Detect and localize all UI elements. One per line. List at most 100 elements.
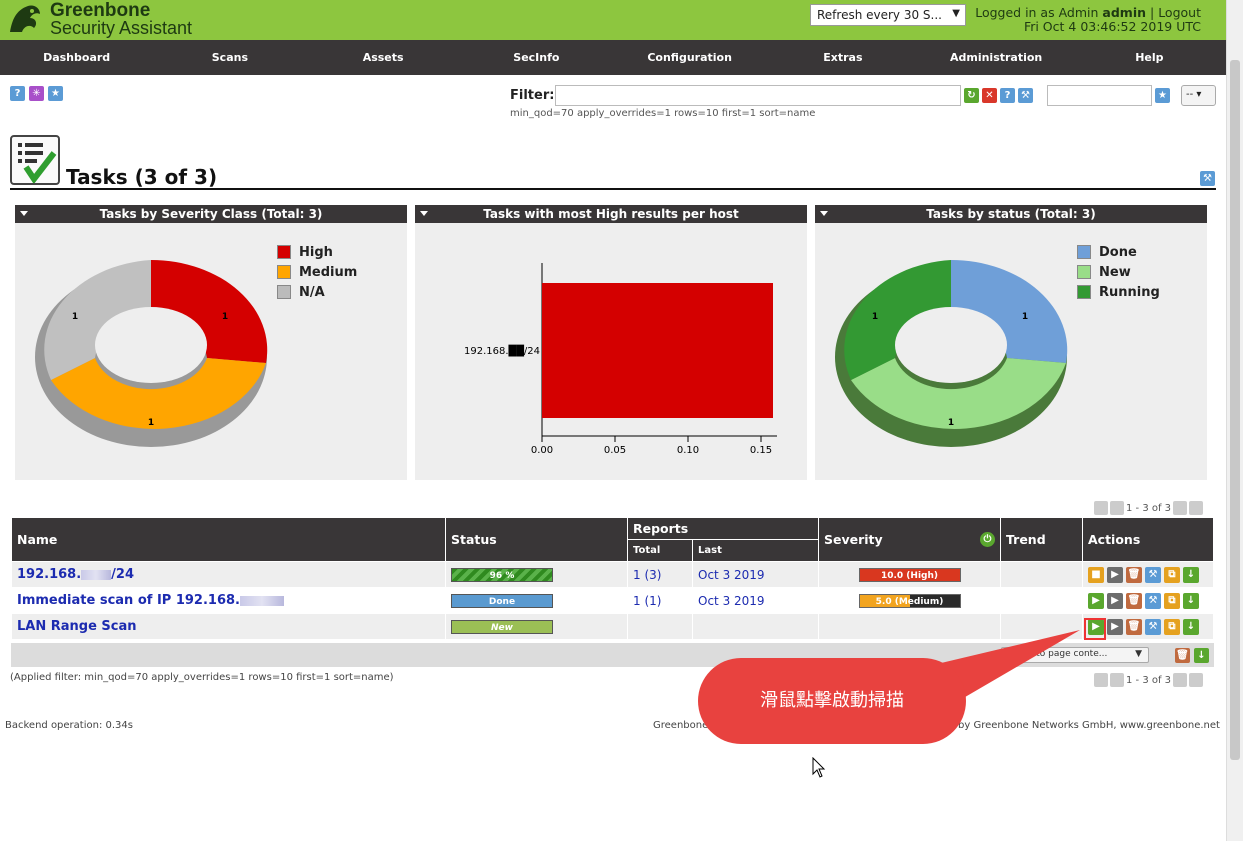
filter-name-input[interactable] bbox=[1047, 85, 1152, 106]
chevron-down-icon: ▼ bbox=[952, 8, 960, 19]
legend-item-new[interactable]: New bbox=[1077, 262, 1160, 282]
clone-icon[interactable]: ⧉ bbox=[1164, 618, 1180, 635]
trash-icon[interactable]: 🗑 bbox=[1126, 592, 1142, 609]
edit-filter-icon[interactable]: ⚒ bbox=[1018, 88, 1033, 103]
vertical-scrollbar[interactable] bbox=[1226, 0, 1243, 841]
refresh-select[interactable]: Refresh every 30 S... ▼ bbox=[810, 4, 966, 26]
first-page-icon[interactable] bbox=[1094, 501, 1108, 515]
new-task-star-icon[interactable]: ★ bbox=[48, 86, 63, 101]
panel-high-results-title[interactable]: Tasks with most High results per host bbox=[415, 205, 807, 223]
status-cell: 96 % bbox=[445, 561, 628, 588]
export-icon[interactable]: ↓ bbox=[1183, 592, 1199, 609]
legend-item-running[interactable]: Running bbox=[1077, 282, 1160, 302]
total-link[interactable]: 1 (1) bbox=[633, 594, 661, 608]
export-icon[interactable]: ↓ bbox=[1183, 618, 1199, 635]
x-ticks: 0.00 0.05 0.10 0.15 bbox=[531, 436, 772, 456]
nav-dashboard[interactable]: Dashboard bbox=[0, 40, 153, 75]
nav-assets[interactable]: Assets bbox=[307, 40, 460, 75]
trash-icon[interactable]: 🗑 bbox=[1126, 618, 1142, 635]
nav-configuration[interactable]: Configuration bbox=[613, 40, 766, 75]
total-link[interactable]: 1 (3) bbox=[633, 568, 661, 582]
last-page-icon[interactable] bbox=[1189, 501, 1204, 515]
annotation-bubble: 滑鼠點擊啟動掃描 bbox=[698, 658, 966, 744]
reset-filter-icon[interactable]: ✕ bbox=[982, 88, 997, 103]
legend-swatch bbox=[1077, 265, 1091, 279]
next-page-icon[interactable] bbox=[1173, 673, 1188, 687]
legend-item-high[interactable]: High bbox=[277, 242, 357, 262]
task-name-link[interactable]: LAN Range Scan bbox=[17, 619, 137, 634]
stop-icon[interactable]: ■ bbox=[1088, 566, 1104, 583]
logout-link[interactable]: Logout bbox=[1158, 5, 1201, 20]
first-page-icon[interactable] bbox=[1094, 673, 1108, 687]
trash-icon[interactable]: 🗑 bbox=[1126, 566, 1142, 583]
login-info: Logged in as Admin admin | Logout Fri Oc… bbox=[975, 5, 1201, 34]
legend-item-na[interactable]: N/A bbox=[277, 282, 357, 302]
col-name[interactable]: Name bbox=[11, 517, 446, 562]
severity-bar: 5.0 (Medium) bbox=[858, 593, 961, 608]
nav-secinfo[interactable]: SecInfo bbox=[460, 40, 613, 75]
clone-icon[interactable]: ⧉ bbox=[1164, 566, 1180, 583]
power-icon[interactable]: ⏻ bbox=[980, 532, 995, 547]
logged-in-label: Logged in as bbox=[975, 5, 1055, 20]
col-trend[interactable]: Trend bbox=[1000, 517, 1083, 562]
resume-icon[interactable]: ▶ bbox=[1107, 592, 1123, 609]
resume-icon[interactable]: ▶ bbox=[1107, 618, 1123, 635]
dashboard-edit-icon[interactable]: ⚒ bbox=[1200, 171, 1215, 186]
bulk-export-icon[interactable]: ↓ bbox=[1194, 648, 1209, 663]
filter-input[interactable] bbox=[555, 85, 961, 106]
clone-icon[interactable]: ⧉ bbox=[1164, 592, 1180, 609]
filter-select[interactable]: -- ▾ bbox=[1181, 85, 1216, 106]
filter-help-icon[interactable]: ? bbox=[1000, 88, 1015, 103]
prev-page-icon[interactable] bbox=[1110, 501, 1124, 515]
legend-item-medium[interactable]: Medium bbox=[277, 262, 357, 282]
progress-bar: 96 % bbox=[451, 567, 553, 582]
copyright-end[interactable]: by Greenbone Networks GmbH, www.greenbon… bbox=[958, 720, 1220, 731]
trend-cell bbox=[1000, 561, 1083, 588]
col-total[interactable]: Total bbox=[627, 539, 693, 562]
resume-icon[interactable]: ▶ bbox=[1107, 566, 1123, 583]
filter-text: min_qod=70 apply_overrides=1 rows=10 fir… bbox=[510, 108, 816, 119]
username-link[interactable]: admin bbox=[1102, 5, 1146, 20]
legend-label: Medium bbox=[299, 264, 358, 280]
edit-icon[interactable]: ⚒ bbox=[1145, 566, 1161, 583]
tasks-icon bbox=[10, 135, 60, 185]
status-done-bar: Done bbox=[451, 593, 553, 608]
refresh-filter-icon[interactable]: ↻ bbox=[964, 88, 979, 103]
total-cell: 1 (1) bbox=[627, 587, 693, 614]
task-name-link[interactable]: 192.168. /24 bbox=[17, 567, 134, 582]
last-report-link[interactable]: Oct 3 2019 bbox=[698, 594, 765, 608]
col-last[interactable]: Last bbox=[692, 539, 819, 562]
task-name-link[interactable]: Immediate scan of IP 192.168. bbox=[17, 593, 284, 608]
prev-page-icon[interactable] bbox=[1110, 673, 1124, 687]
user-role: Admin bbox=[1058, 5, 1099, 20]
col-severity-label: Severity bbox=[824, 532, 883, 547]
start-icon[interactable]: ▶ bbox=[1088, 592, 1104, 609]
legend-item-done[interactable]: Done bbox=[1077, 242, 1160, 262]
nav-help[interactable]: Help bbox=[1073, 40, 1226, 75]
scrollbar-thumb[interactable] bbox=[1230, 60, 1240, 760]
help-icon[interactable]: ? bbox=[10, 86, 25, 101]
panel-severity-class: Tasks by Severity Class (Total: 3) 1 1 1… bbox=[15, 205, 407, 480]
col-status[interactable]: Status bbox=[445, 517, 628, 562]
last-report-link[interactable]: Oct 3 2019 bbox=[698, 568, 765, 582]
next-page-icon[interactable] bbox=[1173, 501, 1188, 515]
greenbone-logo-icon[interactable] bbox=[6, 2, 44, 38]
last-page-icon[interactable] bbox=[1189, 673, 1204, 687]
panel-status-title[interactable]: Tasks by status (Total: 3) bbox=[815, 205, 1207, 223]
col-severity[interactable]: Severity ⏻ bbox=[818, 517, 1001, 562]
nav-extras[interactable]: Extras bbox=[766, 40, 919, 75]
new-task-wizard-icon[interactable]: ✳ bbox=[29, 86, 44, 101]
legend-swatch bbox=[277, 265, 291, 279]
edit-icon[interactable]: ⚒ bbox=[1145, 618, 1161, 635]
severity-legend: High Medium N/A bbox=[277, 242, 357, 302]
save-filter-icon[interactable]: ★ bbox=[1155, 88, 1170, 103]
nav-scans[interactable]: Scans bbox=[153, 40, 306, 75]
export-icon[interactable]: ↓ bbox=[1183, 566, 1199, 583]
panel-status: Tasks by status (Total: 3) 1 1 1 Done Ne… bbox=[815, 205, 1207, 480]
redacted-block bbox=[240, 595, 284, 606]
nav-administration[interactable]: Administration bbox=[920, 40, 1073, 75]
bulk-trash-icon[interactable]: 🗑 bbox=[1175, 648, 1190, 663]
panel-severity-title[interactable]: Tasks by Severity Class (Total: 3) bbox=[15, 205, 407, 223]
slice-running-label: 1 bbox=[872, 312, 878, 322]
edit-icon[interactable]: ⚒ bbox=[1145, 592, 1161, 609]
